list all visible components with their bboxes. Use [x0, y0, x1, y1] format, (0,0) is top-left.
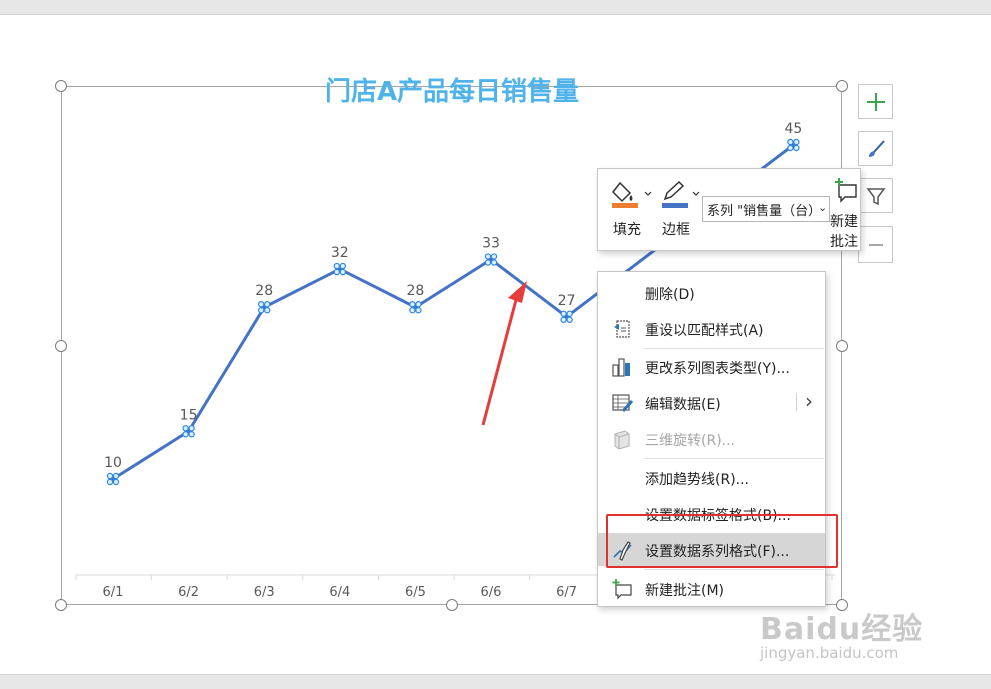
- data-label[interactable]: 27: [558, 293, 576, 309]
- bottom-status-bar: [0, 674, 991, 689]
- menu-item-new-comment[interactable]: 新建批注(M): [598, 572, 825, 605]
- bar-chart-icon: [612, 358, 630, 377]
- chart-filters-button[interactable]: [858, 178, 893, 213]
- resize-handle-top-left[interactable]: [55, 80, 67, 92]
- resize-handle-bottom[interactable]: [446, 599, 458, 611]
- reset-style-icon: [614, 320, 630, 338]
- filter-icon: [866, 187, 885, 205]
- resize-handle-top-right[interactable]: [836, 80, 848, 92]
- submenu-arrow-icon: ›: [805, 389, 813, 413]
- series-line-segment[interactable]: [262, 267, 342, 309]
- series-selector-value: 系列 "销售量（台）": [707, 204, 828, 219]
- watermark: Baidu经验 jingyan.baidu.com: [760, 604, 924, 662]
- series-line-segment[interactable]: [111, 429, 191, 481]
- comment-plus-icon: [835, 178, 857, 203]
- new-comment-label-line1: 新建: [830, 214, 858, 230]
- menu-item-delete[interactable]: 删除(D): [598, 276, 825, 309]
- series-selector-dropdown[interactable]: 系列 "销售量（台）": [702, 196, 830, 222]
- data-label[interactable]: 45: [784, 121, 802, 137]
- 3d-rotate-icon: [614, 430, 630, 450]
- data-label[interactable]: 10: [104, 455, 122, 471]
- menu-item-reset-style[interactable]: 重设以匹配样式(A): [598, 312, 825, 345]
- mini-format-toolbar: 填充 边框 系列 "销售量（台）" ⌄ 新建 批注: [597, 168, 861, 251]
- pen-outline-icon: [662, 180, 700, 208]
- new-comment-label-line2: 批注: [830, 234, 858, 250]
- chart-elements-button[interactable]: [858, 84, 893, 119]
- series-line-segment[interactable]: [413, 258, 493, 309]
- border-button[interactable]: 边框: [656, 175, 702, 241]
- minus-icon: [868, 243, 883, 246]
- menu-item-3d-rotation[interactable]: 三维旋转(R)...: [598, 422, 825, 455]
- plus-icon: [866, 92, 885, 111]
- chart-title[interactable]: 门店A产品每日销售量: [325, 76, 579, 107]
- chevron-down-icon[interactable]: ⌄: [816, 201, 830, 214]
- x-axis-tick-label: 6/6: [481, 585, 502, 600]
- resize-handle-right[interactable]: [836, 340, 848, 352]
- resize-handle-bottom-left[interactable]: [55, 599, 67, 611]
- paint-bucket-icon: [612, 181, 652, 208]
- resize-handle-left[interactable]: [55, 340, 67, 352]
- chart-extra-button[interactable]: [858, 226, 893, 263]
- data-label[interactable]: 28: [255, 283, 273, 299]
- x-axis-tick-label: 6/1: [103, 585, 124, 600]
- x-axis-tick-label: 6/7: [556, 585, 577, 600]
- fill-label: 填充: [613, 222, 641, 238]
- watermark-brand: Baidu经验: [760, 612, 924, 647]
- menu-item-add-trendline[interactable]: 添加趋势线(R)...: [598, 461, 825, 494]
- brush-icon: [868, 139, 885, 157]
- x-axis-tick-label: 6/4: [329, 585, 350, 600]
- x-axis-tick-label: 6/2: [178, 585, 199, 600]
- submenu-divider: [796, 393, 797, 411]
- data-label[interactable]: 33: [482, 236, 500, 252]
- fill-button[interactable]: 填充: [606, 175, 656, 241]
- highlight-annotation-box: [606, 514, 838, 568]
- series-line-segment[interactable]: [489, 258, 569, 319]
- watermark-url: jingyan.baidu.com: [760, 644, 899, 662]
- x-axis-tick-label: 6/3: [254, 585, 275, 600]
- new-comment-icon: [612, 579, 632, 600]
- annotation-arrow: [481, 281, 527, 426]
- menu-item-edit-data[interactable]: 编辑数据(E) ›: [598, 386, 825, 419]
- edit-data-icon: [612, 394, 633, 413]
- border-label: 边框: [662, 222, 690, 238]
- x-axis-tick-label: 6/5: [405, 585, 426, 600]
- data-label[interactable]: 28: [406, 283, 424, 299]
- series-line-segment[interactable]: [187, 305, 266, 433]
- series-line-segment[interactable]: [338, 267, 417, 309]
- chart-styles-button[interactable]: [858, 131, 893, 166]
- data-label[interactable]: 32: [331, 245, 349, 261]
- new-comment-toolbar-button[interactable]: 新建 批注: [830, 173, 860, 250]
- data-label[interactable]: 15: [180, 407, 198, 423]
- menu-item-change-chart-type[interactable]: 更改系列图表类型(Y)...: [598, 350, 825, 383]
